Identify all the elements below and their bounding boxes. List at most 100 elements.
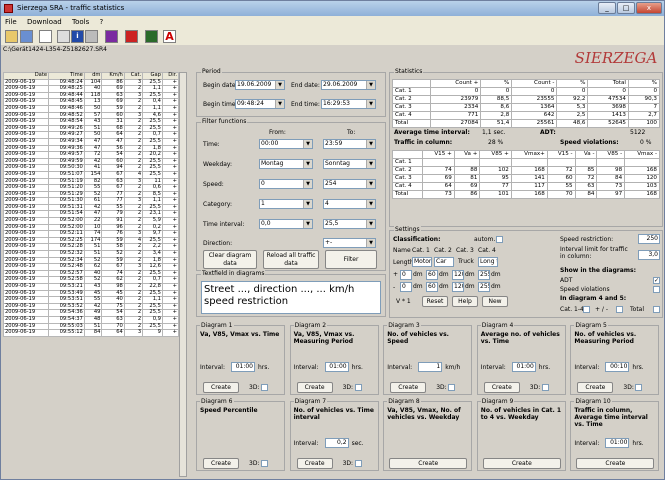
create-diagram-button[interactable]: Create — [576, 458, 655, 469]
interval-input[interactable]: 0,2 — [324, 438, 349, 448]
3d-checkbox[interactable] — [261, 384, 268, 391]
new-button[interactable]: New — [482, 296, 508, 307]
create-diagram-button[interactable]: Create — [483, 382, 520, 393]
end-time-picker[interactable]: 16:29:53 ▼ — [321, 99, 376, 109]
maximize-button[interactable]: □ — [617, 2, 635, 14]
reload-traffic-data-button[interactable]: Reload all traffic data — [263, 250, 319, 269]
plus-minus-checkbox[interactable] — [616, 306, 623, 313]
interval-input[interactable]: 01:00 — [605, 438, 630, 448]
autom-checkbox[interactable] — [496, 236, 503, 243]
chevron-down-icon[interactable]: ▼ — [366, 160, 375, 168]
create-diagram-button[interactable]: Create — [203, 382, 239, 393]
chevron-down-icon[interactable]: ▼ — [303, 180, 312, 188]
filter-to-select[interactable]: 23:59 ▼ — [323, 139, 376, 149]
dm-threshold-input[interactable]: 60 — [426, 270, 438, 280]
chevron-down-icon[interactable]: ▼ — [303, 160, 312, 168]
interval-input[interactable]: 01:00 — [231, 362, 255, 372]
adt-checkbox[interactable]: ✓ — [653, 277, 660, 284]
text-icon[interactable]: A — [163, 30, 176, 43]
begin-time-picker[interactable]: 09:48:24 ▼ — [235, 99, 285, 109]
chevron-down-icon[interactable]: ▼ — [366, 200, 375, 208]
create-diagram-button[interactable]: Create — [577, 382, 614, 393]
len-cat2-input[interactable]: Car — [434, 257, 454, 267]
total-checkbox[interactable] — [653, 306, 660, 313]
chevron-down-icon[interactable]: ▼ — [366, 180, 375, 188]
3d-checkbox[interactable] — [354, 460, 362, 467]
create-diagram-button[interactable]: Create — [296, 382, 333, 393]
display-icon[interactable] — [85, 30, 98, 43]
filter-to-select[interactable]: 4 ▼ — [323, 199, 376, 209]
3d-checkbox[interactable] — [354, 384, 362, 391]
interval-input[interactable]: 01:00 — [324, 362, 349, 372]
filter-from-select[interactable]: 0 ▼ — [259, 179, 313, 189]
clear-diagram-data-button[interactable]: Clear diagram data — [203, 250, 257, 269]
filter-from-select[interactable]: 00:00 ▼ — [259, 139, 313, 149]
filter-from-select[interactable]: 1 ▼ — [259, 199, 313, 209]
filter-to-select[interactable]: Sonntag ▼ — [323, 159, 376, 169]
table-row[interactable]: 2009-06-19 09:55:12 84 64 3 9 + — [2, 329, 180, 337]
menu-file[interactable]: File — [5, 18, 17, 26]
chevron-down-icon[interactable]: ▼ — [366, 220, 375, 228]
chart-icon[interactable] — [105, 30, 118, 43]
document-icon[interactable] — [39, 30, 52, 43]
chevron-down-icon[interactable]: ▼ — [366, 239, 375, 247]
create-diagram-button[interactable]: Create — [390, 382, 427, 393]
filter-to-select[interactable]: 25,5 ▼ — [323, 219, 376, 229]
speed-restriction-input[interactable]: 250 — [638, 234, 660, 244]
dm-threshold-input[interactable]: 0 — [400, 270, 412, 280]
diagram-text-input[interactable]: Street ..., direction ..., ... km/h spee… — [201, 281, 381, 314]
create-diagram-button[interactable]: Create — [296, 458, 333, 469]
3d-checkbox[interactable] — [635, 384, 643, 391]
len-cat3-input[interactable]: Truck — [456, 257, 476, 267]
interval-input[interactable]: 00:10 — [605, 362, 630, 372]
sensor-icon[interactable] — [57, 30, 70, 43]
interval-input[interactable]: 1 — [418, 362, 443, 372]
menu-download[interactable]: Download — [27, 18, 62, 26]
filter-to-select[interactable]: 254 ▼ — [323, 179, 376, 189]
open-folder-icon[interactable] — [5, 30, 18, 43]
3d-checkbox[interactable] — [541, 384, 549, 391]
create-diagram-button[interactable]: Create — [203, 458, 239, 469]
cat1-4-checkbox[interactable] — [583, 306, 590, 313]
chevron-down-icon[interactable]: ▼ — [366, 100, 375, 108]
dm-threshold-input[interactable]: 120 — [452, 282, 464, 292]
dm-threshold-input[interactable]: 255 — [478, 270, 490, 280]
len-cat4-input[interactable]: Long t — [478, 257, 498, 267]
3d-checkbox[interactable] — [448, 384, 456, 391]
table-row[interactable]: 2009-06-19 09:51:07 154 67 4 25,5 + — [2, 170, 180, 179]
export-icon[interactable] — [125, 30, 138, 43]
filter-icon[interactable] — [145, 30, 158, 43]
interval-input[interactable]: 01:00 — [511, 362, 536, 372]
3d-checkbox[interactable] — [261, 460, 268, 467]
reset-button[interactable]: Reset — [422, 296, 448, 307]
info-icon[interactable]: i — [71, 30, 84, 43]
help-button[interactable]: Help — [452, 296, 478, 307]
chevron-down-icon[interactable]: ▼ — [366, 81, 375, 89]
begin-date-picker[interactable]: 19.06.2009 ▼ — [235, 80, 285, 90]
chevron-down-icon[interactable]: ▼ — [275, 100, 284, 108]
filter-button[interactable]: Filter — [325, 250, 377, 269]
filter-from-select[interactable]: Montag ▼ — [259, 159, 313, 169]
minimize-button[interactable]: _ — [598, 2, 616, 14]
dm-threshold-input[interactable]: 0 — [400, 282, 412, 292]
dm-threshold-input[interactable]: 60 — [426, 282, 438, 292]
chevron-down-icon[interactable]: ▼ — [303, 220, 312, 228]
chevron-down-icon[interactable]: ▼ — [366, 140, 375, 148]
menu-help[interactable]: ? — [99, 18, 103, 26]
filter-from-select[interactable]: 0,0 ▼ — [259, 219, 313, 229]
create-diagram-button[interactable]: Create — [482, 458, 561, 469]
len-cat1-input[interactable]: Motorc. — [412, 257, 432, 267]
chevron-down-icon[interactable]: ▼ — [303, 200, 312, 208]
menu-tools[interactable]: Tools — [72, 18, 89, 26]
close-button[interactable]: x — [636, 2, 662, 14]
chevron-down-icon[interactable]: ▼ — [303, 140, 312, 148]
direction-select[interactable]: +- ▼ — [323, 238, 376, 248]
dm-threshold-input[interactable]: 120 — [452, 270, 464, 280]
speed-violations-checkbox[interactable] — [653, 286, 660, 293]
end-date-picker[interactable]: 29.06.2009 ▼ — [321, 80, 376, 90]
traffic-data-grid[interactable]: Date Time dm Km/h Cat. Gap Dir. 2009-06-19 09:48… — [2, 72, 180, 337]
chevron-down-icon[interactable]: ▼ — [275, 81, 284, 89]
save-icon[interactable] — [20, 30, 33, 43]
dm-threshold-input[interactable]: 255 — [478, 282, 490, 292]
grid-scrollbar[interactable] — [179, 72, 187, 477]
